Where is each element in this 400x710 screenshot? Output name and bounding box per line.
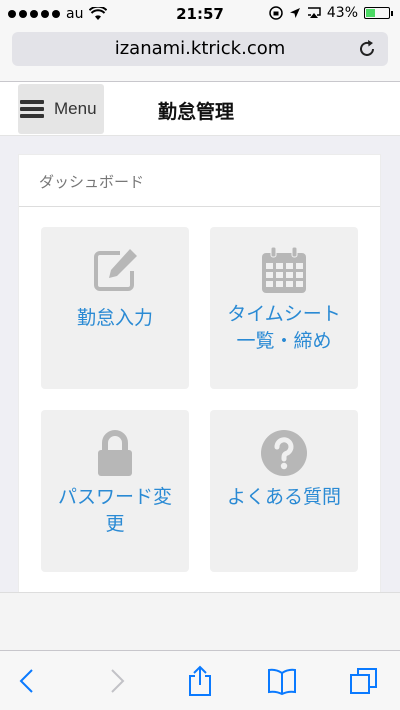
browser-toolbar — [0, 650, 400, 710]
tile-label-line2: 一覧・締め — [236, 330, 332, 352]
question-icon — [261, 430, 307, 476]
location-icon — [289, 8, 300, 18]
hamburger-icon — [20, 100, 44, 118]
url-text[interactable]: izanami.ktrick.com — [12, 38, 388, 59]
battery-percent: 43% — [326, 5, 358, 21]
dashboard-heading: ダッシュボード — [19, 155, 380, 207]
address-bar[interactable]: izanami.ktrick.com — [12, 32, 388, 66]
attendance-input-tile[interactable]: 勤怠入力 — [41, 227, 189, 389]
timesheet-tile[interactable]: タイムシート 一覧・締め — [210, 227, 358, 389]
airplay-icon — [307, 7, 321, 18]
bookmarks-icon[interactable] — [266, 665, 298, 697]
tile-label: よくある質問 — [226, 486, 341, 508]
site-title: 勤怠管理 — [158, 101, 235, 123]
lock-icon — [98, 430, 132, 476]
web-page: Menu 勤怠管理 ダッシュボード 勤怠入力 タイムシート 一覧・締め パスワー… — [0, 82, 400, 650]
browser-chrome: au 21:57 43% izanami.ktrick.com — [0, 0, 400, 82]
battery-icon — [364, 7, 393, 19]
dashboard-panel: ダッシュボード 勤怠入力 タイムシート 一覧・締め パスワード変 更 よくある質… — [18, 154, 381, 594]
rotation-lock-icon — [269, 6, 283, 20]
faq-tile[interactable]: よくある質問 — [210, 410, 358, 572]
tile-label-line1: タイムシート — [227, 303, 341, 325]
site-navbar: Menu 勤怠管理 — [0, 82, 400, 136]
password-change-tile[interactable]: パスワード変 更 — [41, 410, 189, 572]
tile-label: 勤怠入力 — [76, 307, 153, 329]
tile-label-line1: パスワード変 — [57, 486, 172, 508]
calendar-icon — [262, 246, 306, 293]
reload-icon[interactable] — [356, 38, 378, 60]
tabs-icon[interactable] — [348, 665, 380, 697]
menu-label: Menu — [54, 99, 97, 118]
status-bar: au 21:57 43% — [0, 0, 400, 28]
edit-icon — [94, 249, 137, 291]
page-footer — [0, 592, 400, 650]
back-icon[interactable] — [12, 665, 44, 697]
share-icon[interactable] — [184, 665, 216, 697]
menu-button[interactable]: Menu — [18, 84, 104, 134]
forward-icon[interactable] — [100, 665, 132, 697]
tile-label-line2: 更 — [105, 513, 125, 535]
